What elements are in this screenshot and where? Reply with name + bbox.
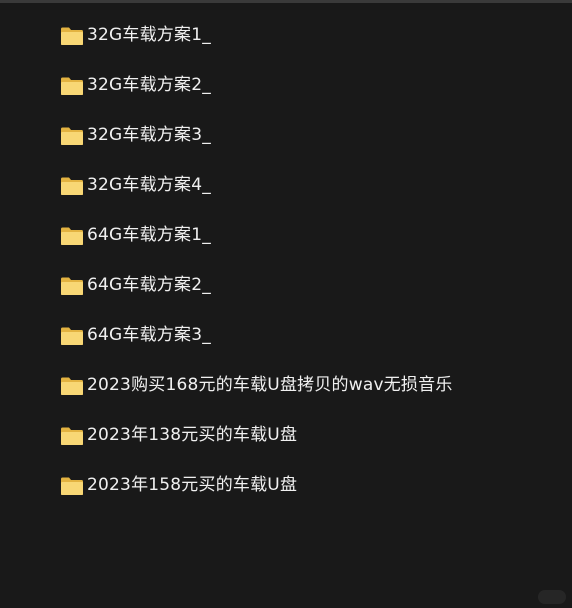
folder-item[interactable]: 64G车载方案3_ <box>60 323 560 348</box>
folder-icon <box>60 276 84 296</box>
folder-name: 64G车载方案2_ <box>87 275 211 295</box>
folder-name: 32G车载方案1_ <box>87 25 211 45</box>
folder-name: 64G车载方案1_ <box>87 225 211 245</box>
folder-item[interactable]: 32G车载方案3_ <box>60 123 560 148</box>
window-top-border <box>0 0 572 3</box>
folder-item[interactable]: 32G车载方案1_ <box>60 23 560 48</box>
watermark-badge <box>538 590 566 604</box>
folder-item[interactable]: 2023年158元买的车载U盘 <box>60 473 560 498</box>
folder-name: 32G车载方案4_ <box>87 175 211 195</box>
folder-icon <box>60 126 84 146</box>
folder-name: 2023年158元买的车载U盘 <box>87 475 298 495</box>
folder-icon <box>60 426 84 446</box>
folder-name: 2023年138元买的车载U盘 <box>87 425 298 445</box>
folder-item[interactable]: 2023购买168元的车载U盘拷贝的wav无损音乐 <box>60 373 560 398</box>
folder-icon <box>60 176 84 196</box>
folder-icon <box>60 26 84 46</box>
folder-item[interactable]: 32G车载方案4_ <box>60 173 560 198</box>
folder-icon <box>60 226 84 246</box>
folder-list: 32G车载方案1_ 32G车载方案2_ 32G车载方案3_ 32G车载方案4_ <box>60 23 560 523</box>
folder-icon <box>60 376 84 396</box>
folder-icon <box>60 326 84 346</box>
folder-name: 32G车载方案2_ <box>87 75 211 95</box>
folder-icon <box>60 76 84 96</box>
folder-name: 64G车载方案3_ <box>87 325 211 345</box>
folder-item[interactable]: 64G车载方案2_ <box>60 273 560 298</box>
folder-name: 2023购买168元的车载U盘拷贝的wav无损音乐 <box>87 375 453 395</box>
folder-icon <box>60 476 84 496</box>
folder-name: 32G车载方案3_ <box>87 125 211 145</box>
folder-item[interactable]: 32G车载方案2_ <box>60 73 560 98</box>
folder-item[interactable]: 64G车载方案1_ <box>60 223 560 248</box>
folder-item[interactable]: 2023年138元买的车载U盘 <box>60 423 560 448</box>
